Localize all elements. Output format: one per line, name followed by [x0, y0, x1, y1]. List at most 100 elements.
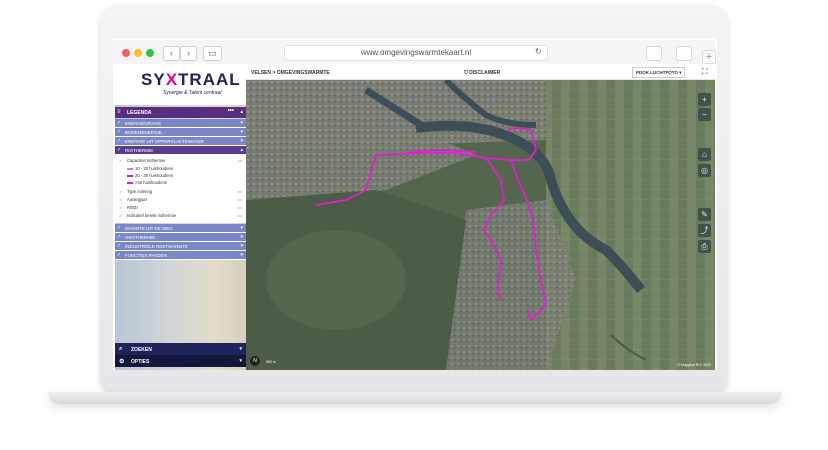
scale-bar: 500 m	[266, 360, 276, 364]
chevron-down-icon: ▾	[239, 358, 242, 364]
check-icon[interactable]: ✓	[117, 138, 121, 144]
check-icon[interactable]: ✓	[119, 158, 127, 163]
chevron-up-icon[interactable]: ▴	[240, 147, 243, 153]
more-icon[interactable]: •••	[238, 189, 242, 194]
basemap-select[interactable]: PDOK LUCHTFOTO ▾	[632, 67, 686, 78]
layer-energievraag[interactable]: ✓ ENERGIEVRAAG ▾	[115, 119, 246, 128]
check-icon[interactable]: ✓	[119, 205, 127, 210]
more-icon[interactable]: •••	[238, 205, 242, 210]
home-icon[interactable]: ⌂	[698, 148, 711, 161]
search-panel-button[interactable]: ⌕ ZOEKEN ▾	[115, 343, 246, 355]
share-button[interactable]	[646, 46, 662, 61]
share-icon[interactable]: ⤴	[698, 224, 711, 237]
layer-industriele-restwarmte[interactable]: ✓ INDUSTRIËLE RESTWARMTE ▾	[115, 242, 246, 251]
layer-functies-panden[interactable]: ✓ FUNCTIES PANDEN ▾	[115, 251, 246, 260]
disclaimer-label: DISCLAIMER	[469, 70, 501, 76]
back-button[interactable]: ‹	[163, 46, 180, 61]
check-icon[interactable]: ✓	[117, 129, 121, 135]
sidebar-toggle-button[interactable]: ▭	[203, 46, 222, 61]
options-label: OPTIES	[131, 359, 150, 365]
legend-item-20-30: 20 - 30 huishoudens	[127, 173, 173, 178]
new-tab-button[interactable]: +	[702, 50, 716, 64]
app: SYXTRAAL Synergie & Talent centraal ≡ LE…	[115, 65, 715, 370]
more-icon[interactable]: •••	[238, 197, 242, 202]
check-icon[interactable]: ✓	[117, 252, 121, 258]
legend-item-10-20: 10 - 20 huishoudens	[127, 166, 173, 171]
tabs-button[interactable]	[676, 46, 692, 61]
chevron-down-icon: ▾	[679, 70, 682, 75]
sublayer-label: Indicatief bereik riothermie	[127, 213, 177, 218]
chevron-down-icon[interactable]: ▾	[240, 234, 243, 240]
legend-item-label: >40 huishoudens	[135, 180, 168, 185]
sublayer-label: RWZI	[127, 205, 138, 210]
layer-label: WARMTE UIT DE WEG	[125, 226, 173, 231]
fullscreen-icon[interactable]: ⛶	[702, 67, 708, 76]
disclaimer-link[interactable]: ⛉ DISCLAIMER	[464, 70, 500, 76]
draw-icon[interactable]: ✎	[698, 208, 711, 221]
chevron-down-icon: ▾	[239, 346, 242, 352]
layer-riothermie[interactable]: ✓ RIOTHERMIE ▴	[115, 146, 246, 155]
forward-button[interactable]: ›	[180, 46, 197, 61]
logo-text: SYXTRAAL	[141, 70, 241, 90]
layer-label: INDUSTRIËLE RESTWARMTE	[125, 244, 188, 249]
sublayer-type-riolering[interactable]: ✓ Type riolering	[119, 189, 152, 194]
locate-icon[interactable]: ◎	[698, 164, 711, 177]
collapse-icon[interactable]: ▴	[240, 109, 243, 115]
url-text: www.omgevingswarmtekaart.nl	[360, 48, 472, 57]
map-view[interactable]: + − ⌂ ◎ ✎ ⤴ ⎙ N 500 m © Mapgear B.V. 202…	[246, 80, 715, 370]
layer-bodemenergie[interactable]: ✓ BODEMENERGIE ▾	[115, 128, 246, 137]
close-window-button[interactable]	[122, 49, 130, 57]
logo: SYXTRAAL Synergie & Talent centraal	[115, 65, 246, 105]
chevron-down-icon[interactable]: ▾	[240, 138, 243, 144]
reload-icon[interactable]: ↻	[535, 45, 542, 59]
minimize-window-button[interactable]	[134, 49, 142, 57]
check-icon[interactable]: ✓	[119, 213, 127, 218]
sublayer-rwzi[interactable]: ✓ RWZI	[119, 205, 138, 210]
maximize-window-button[interactable]	[146, 49, 154, 57]
layer-oppervlaktewater[interactable]: ✓ ENERGIE UIT OPPERVLAKTEWATER ▾	[115, 137, 246, 146]
check-icon[interactable]: ✓	[117, 243, 121, 249]
search-label: ZOEKEN	[131, 347, 152, 353]
attribution: © Mapgear B.V. 2020	[677, 363, 711, 367]
check-icon[interactable]: ✓	[117, 225, 121, 231]
check-icon[interactable]: ✓	[117, 147, 121, 153]
layer-label: GEOTHERMIE	[125, 235, 156, 240]
zoom-in-button[interactable]: +	[698, 93, 711, 106]
options-panel-button[interactable]: ⚙ OPTIES ▾	[115, 355, 246, 367]
search-icon: ⌕	[119, 346, 123, 352]
chevron-down-icon[interactable]: ▾	[240, 252, 243, 258]
check-icon[interactable]: ✓	[119, 189, 127, 194]
check-icon[interactable]: ✓	[117, 120, 121, 126]
breadcrumb[interactable]: VELSEN > OMGEVINGSWARMTE	[251, 70, 330, 76]
legend-title: LEGENDA	[127, 110, 152, 116]
sublayer-label: Type riolering	[127, 189, 153, 194]
chevron-down-icon[interactable]: ▾	[240, 129, 243, 135]
layer-label: BODEMENERGIE	[125, 130, 162, 135]
menu-icon[interactable]: ≡	[117, 109, 121, 115]
sublayer-label: Capaciteit riothermie	[127, 158, 166, 163]
sublayer-label: Aanlegjaar	[127, 197, 148, 202]
more-icon[interactable]: •••	[238, 158, 242, 163]
address-bar[interactable]: www.omgevingswarmtekaart.nl	[284, 45, 548, 61]
legend-header[interactable]: ≡ LEGENDA ••• ▴	[115, 107, 246, 118]
more-icon[interactable]: •••	[238, 213, 242, 218]
check-icon[interactable]: ✓	[117, 234, 121, 240]
map-header: VELSEN > OMGEVINGSWARMTE ⛉ DISCLAIMER PD…	[246, 65, 715, 80]
sublayer-aanlegjaar[interactable]: ✓ Aanlegjaar	[119, 197, 147, 202]
color-swatch	[127, 181, 133, 184]
chevron-down-icon[interactable]: ▾	[240, 225, 243, 231]
layer-label: FUNCTIES PANDEN	[125, 253, 168, 258]
check-icon[interactable]: ✓	[119, 197, 127, 202]
sublayer-bereik[interactable]: ✓ Indicatief bereik riothermie	[119, 213, 176, 218]
layer-warmte-uit-de-weg[interactable]: ✓ WARMTE UIT DE WEG ▾	[115, 224, 246, 233]
color-swatch	[127, 174, 133, 177]
sublayer-capaciteit[interactable]: ✓ Capaciteit riothermie	[119, 158, 165, 163]
print-icon[interactable]: ⎙	[698, 240, 711, 253]
chevron-down-icon[interactable]: ▾	[240, 120, 243, 126]
compass-icon[interactable]: N	[250, 356, 260, 366]
zoom-out-button[interactable]: −	[698, 108, 711, 121]
chevron-down-icon[interactable]: ▾	[240, 243, 243, 249]
layer-geothermie[interactable]: ✓ GEOTHERMIE ▾	[115, 233, 246, 242]
logo-part-2: TRAAL	[178, 70, 241, 89]
more-icon[interactable]: •••	[228, 108, 234, 114]
